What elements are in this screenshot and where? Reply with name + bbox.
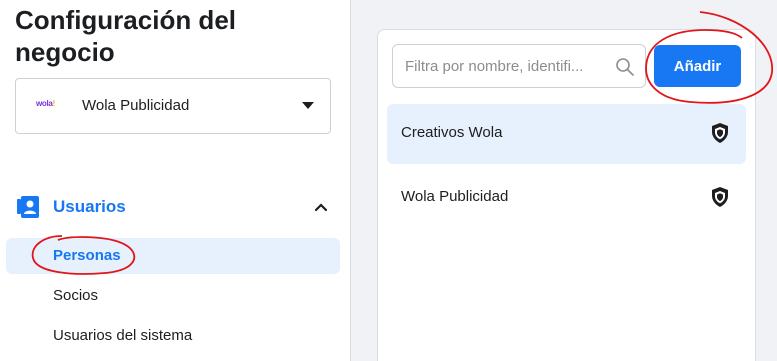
list-item[interactable]: Creativos Wola xyxy=(387,104,746,164)
dropdown-caret-icon xyxy=(302,102,314,109)
users-section-label: Usuarios xyxy=(53,197,126,216)
search-icon[interactable] xyxy=(615,57,635,77)
logo-dot: ! xyxy=(52,99,56,108)
logo-text: wola xyxy=(36,99,53,108)
list-item-label: Wola Publicidad xyxy=(401,188,509,205)
users-icon xyxy=(17,196,39,218)
business-selector-value: Wola Publicidad xyxy=(82,97,190,114)
shield-icon xyxy=(712,187,728,207)
shield-icon xyxy=(712,123,728,143)
business-logo: wola! xyxy=(36,99,66,113)
search-placeholder: Filtra por nombre, identifi... xyxy=(405,58,584,75)
sidebar: Configuración del negocio wola! Wola Pub… xyxy=(0,0,350,361)
search-input[interactable]: Filtra por nombre, identifi... xyxy=(392,44,646,88)
business-selector[interactable]: wola! Wola Publicidad xyxy=(15,78,331,134)
sidebar-item-label: Socios xyxy=(53,287,99,304)
page-title: Configuración del negocio xyxy=(15,5,236,67)
chevron-up-icon[interactable] xyxy=(315,202,327,212)
sidebar-item-usuarios-del-sistema[interactable]: Usuarios del sistema xyxy=(6,318,340,354)
sidebar-item-label: Usuarios del sistema xyxy=(53,327,193,344)
list-item-label: Creativos Wola xyxy=(401,124,503,141)
add-button[interactable]: Añadir xyxy=(654,45,741,87)
list-item[interactable]: Wola Publicidad xyxy=(387,168,746,228)
sidebar-item-personas[interactable]: Personas xyxy=(6,238,340,274)
users-section-header[interactable]: Usuarios xyxy=(15,190,335,224)
sidebar-item-socios[interactable]: Socios xyxy=(6,278,340,314)
sidebar-item-label: Personas xyxy=(53,247,121,264)
